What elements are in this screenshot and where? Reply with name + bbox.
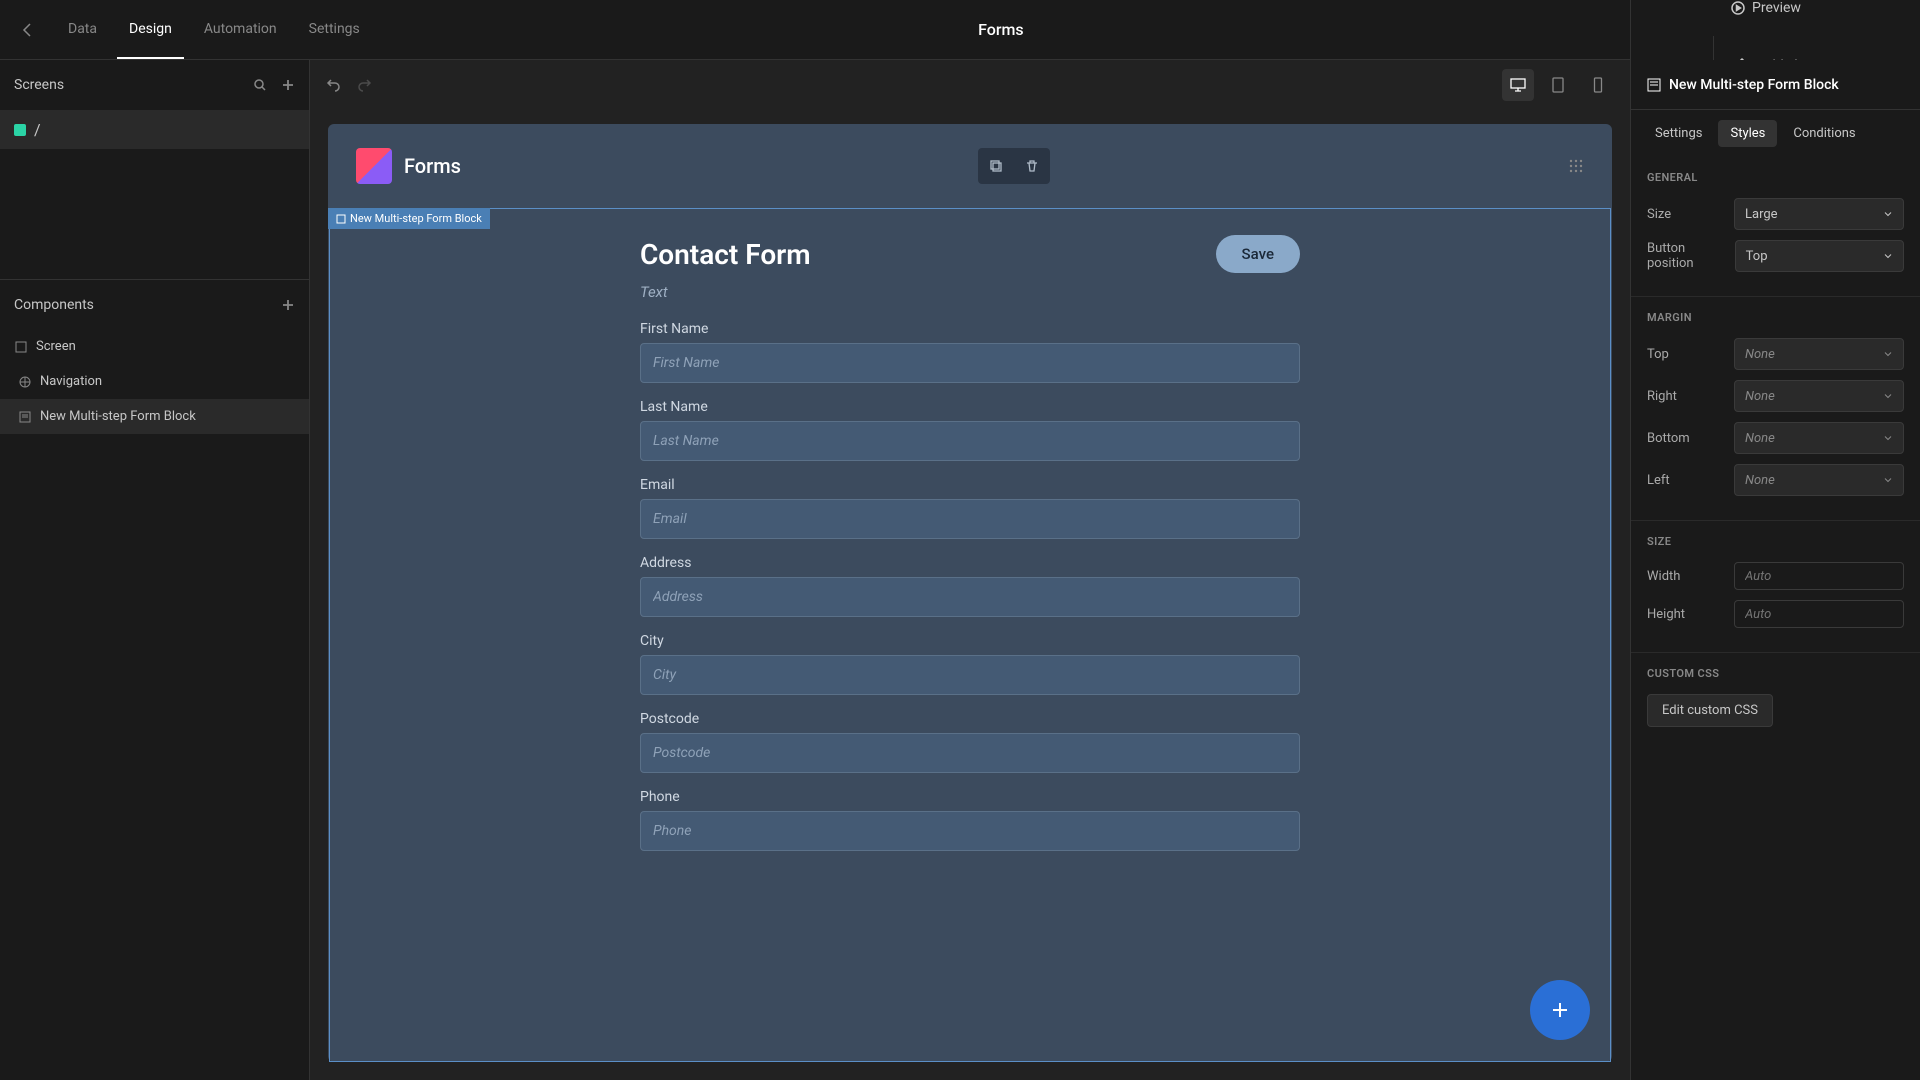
delete-button[interactable] (1014, 148, 1050, 184)
screen-item-root[interactable]: / (0, 110, 309, 149)
save-button[interactable]: Save (1216, 235, 1300, 273)
arrow-left-icon (20, 22, 36, 38)
undo-button[interactable] (326, 77, 342, 93)
tab-settings[interactable]: Settings (1643, 120, 1714, 147)
plus-icon (1549, 999, 1571, 1021)
page-title: Forms (372, 20, 1630, 39)
email-input[interactable] (640, 499, 1300, 539)
components-heading: Components (14, 297, 94, 313)
form-block-icon (1647, 78, 1661, 92)
margin-left-select[interactable]: None (1734, 464, 1904, 496)
last-name-input[interactable] (640, 421, 1300, 461)
add-component-button[interactable] (281, 298, 295, 312)
navigation-icon (18, 375, 32, 389)
undo-icon (326, 77, 342, 93)
button-position-label: Button position (1647, 241, 1735, 271)
screens-heading: Screens (14, 77, 64, 93)
tablet-icon (1550, 77, 1566, 93)
city-input[interactable] (640, 655, 1300, 695)
nav-automation[interactable]: Automation (192, 1, 289, 59)
trash-icon (1025, 159, 1039, 173)
field-label: Postcode (640, 711, 1300, 727)
tab-conditions[interactable]: Conditions (1781, 120, 1867, 147)
margin-top-select[interactable]: None (1734, 338, 1904, 370)
back-button[interactable] (0, 22, 56, 38)
field-label: City (640, 633, 1300, 649)
section-general-heading: General (1647, 171, 1904, 184)
margin-right-select[interactable]: None (1734, 380, 1904, 412)
chevron-down-icon (1883, 475, 1893, 485)
size-select[interactable]: Large (1734, 198, 1904, 230)
height-input[interactable] (1734, 600, 1904, 628)
width-input[interactable] (1734, 562, 1904, 590)
form-title: Contact Form (640, 238, 811, 271)
nav-settings[interactable]: Settings (297, 1, 372, 59)
postcode-input[interactable] (640, 733, 1300, 773)
component-navigation[interactable]: Navigation (0, 364, 309, 399)
app-title: Forms (404, 154, 461, 178)
selected-component-title: New Multi-step Form Block (1669, 77, 1839, 93)
desktop-icon (1510, 77, 1526, 93)
play-circle-icon (1730, 0, 1746, 16)
form-block[interactable]: Contact Form Save Text First Name Last N… (329, 208, 1611, 1062)
section-css-heading: Custom CSS (1647, 667, 1904, 680)
chevron-down-icon (1883, 433, 1893, 443)
screen-color-swatch (14, 124, 26, 136)
search-icon (253, 78, 267, 92)
chevron-down-icon (1883, 391, 1893, 401)
field-label: First Name (640, 321, 1300, 337)
edit-css-button[interactable]: Edit custom CSS (1647, 694, 1773, 727)
search-screens-button[interactable] (253, 78, 267, 92)
device-mobile-button[interactable] (1582, 69, 1614, 101)
redo-icon (356, 77, 372, 93)
form-block-icon (18, 410, 32, 424)
plus-icon (281, 78, 295, 92)
fab-add-button[interactable] (1530, 980, 1590, 1040)
component-screen[interactable]: Screen (0, 329, 309, 364)
section-size-heading: Size (1647, 535, 1904, 548)
field-label: Last Name (640, 399, 1300, 415)
field-label: Email (640, 477, 1300, 493)
chevron-down-icon (1883, 209, 1893, 219)
device-desktop-button[interactable] (1502, 69, 1534, 101)
chevron-down-icon (1883, 251, 1893, 261)
nav-data[interactable]: Data (56, 1, 109, 59)
screen-icon (14, 340, 28, 354)
block-tag[interactable]: New Multi-step Form Block (328, 208, 490, 229)
device-tablet-button[interactable] (1542, 69, 1574, 101)
phone-input[interactable] (640, 811, 1300, 851)
copy-icon (989, 159, 1003, 173)
app-menu-button[interactable] (1568, 158, 1584, 174)
first-name-input[interactable] (640, 343, 1300, 383)
tab-styles[interactable]: Styles (1718, 120, 1777, 147)
field-label: Address (640, 555, 1300, 571)
button-position-select[interactable]: Top (1735, 240, 1904, 272)
app-logo (356, 148, 392, 184)
component-form-block[interactable]: New Multi-step Form Block (0, 399, 309, 434)
grid-icon (1568, 158, 1584, 174)
section-margin-heading: Margin (1647, 311, 1904, 324)
plus-icon (281, 298, 295, 312)
chevron-down-icon (1883, 349, 1893, 359)
form-subtitle: Text (640, 283, 1300, 301)
mobile-icon (1590, 77, 1606, 93)
redo-button[interactable] (356, 77, 372, 93)
margin-bottom-select[interactable]: None (1734, 422, 1904, 454)
add-screen-button[interactable] (281, 78, 295, 92)
preview-button[interactable]: Preview (1730, 0, 1801, 16)
nav-design[interactable]: Design (117, 1, 184, 59)
form-block-icon (336, 214, 346, 224)
address-input[interactable] (640, 577, 1300, 617)
size-label: Size (1647, 207, 1671, 222)
field-label: Phone (640, 789, 1300, 805)
duplicate-button[interactable] (978, 148, 1014, 184)
